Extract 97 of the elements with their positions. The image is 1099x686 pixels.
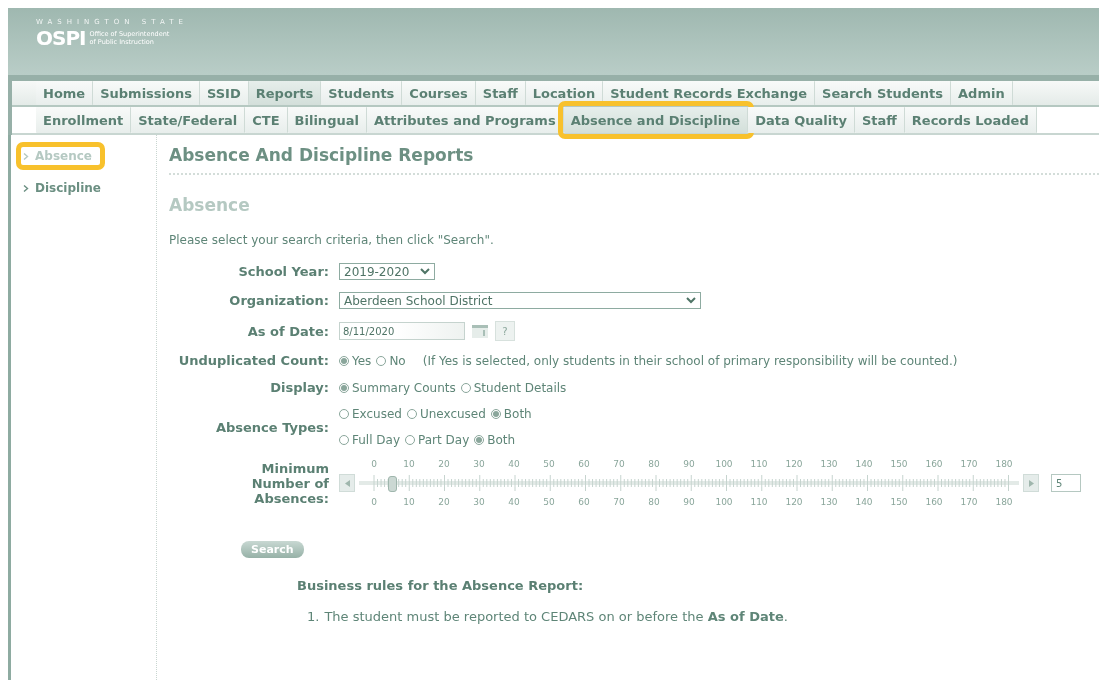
- field-label: As of Date:: [247, 323, 329, 339]
- tick-label: 40: [507, 459, 521, 469]
- tick-label: 60: [577, 459, 591, 469]
- subnav-tab[interactable]: Data Quality: [748, 107, 855, 133]
- nav-tab[interactable]: Home: [36, 81, 94, 105]
- decrease-button[interactable]: [339, 474, 355, 492]
- nav-tab[interactable]: Submissions: [93, 81, 200, 105]
- radio-label: Student Details: [473, 380, 567, 395]
- field-label: School Year:: [238, 264, 329, 279]
- tick-label: 30: [472, 459, 486, 469]
- tick-label: 90: [682, 497, 696, 507]
- nav-tab[interactable]: SSID: [199, 81, 249, 105]
- caret-icon: [686, 297, 696, 304]
- tick-label: 150: [890, 497, 908, 507]
- logo-text: OSPI: [36, 26, 86, 50]
- note-text: (If Yes is selected, only students in their school of primary responsibility will be counted.): [422, 353, 958, 368]
- list-number: 1.: [307, 609, 320, 624]
- radio-label: Yes: [352, 353, 372, 368]
- tick-label: 160: [925, 459, 943, 469]
- radio-label: Unexcused: [419, 407, 486, 421]
- increase-button[interactable]: [1023, 474, 1039, 492]
- radio-label: Both: [503, 407, 532, 421]
- tick-label: 110: [750, 459, 768, 469]
- radio-label: Full Day: [352, 433, 401, 447]
- tick-label: 180: [995, 459, 1013, 469]
- help-button[interactable]: ?: [495, 321, 515, 341]
- tick-label: 140: [855, 497, 873, 507]
- tick-label: 170: [960, 459, 978, 469]
- nav-tab[interactable]: Admin: [951, 81, 1013, 105]
- dropdown[interactable]: Aberdeen School District: [339, 292, 701, 309]
- tick-label: 120: [785, 497, 803, 507]
- tick-label: 20: [437, 497, 451, 507]
- tick-label: 0: [370, 497, 378, 507]
- tick-label: 70: [612, 459, 626, 469]
- date-field[interactable]: 8/11/2020: [339, 322, 465, 340]
- subnav-tab[interactable]: Records Loaded: [904, 107, 1037, 133]
- radio-label: Both: [487, 433, 516, 447]
- slider-thumb[interactable]: [387, 476, 397, 492]
- rules-heading: Business rules for the Absence Report:: [297, 578, 585, 593]
- calendar-icon[interactable]: [471, 323, 489, 339]
- tick-label: 40: [507, 497, 521, 507]
- nav-tab[interactable]: Students: [321, 81, 403, 105]
- radio-label: Excused: [352, 407, 402, 421]
- field-label: Organization:: [229, 293, 329, 308]
- tick-label: 110: [750, 497, 768, 507]
- tick-label: 160: [925, 497, 943, 507]
- subnav-tab[interactable]: CTE: [245, 107, 288, 133]
- tick-label: 170: [960, 497, 978, 507]
- rule-text: The student must be reported to CEDARS on or before the As of Date.: [324, 609, 788, 624]
- field-label: Minimum Number of Absences:: [250, 460, 329, 506]
- tick-label: 10: [402, 459, 416, 469]
- field-label: Unduplicated Count:: [178, 353, 329, 368]
- section-title: Absence: [169, 195, 251, 215]
- subnav-tab[interactable]: Enrollment: [36, 107, 132, 133]
- tick-label: 70: [612, 497, 626, 507]
- tick-label: 90: [682, 459, 696, 469]
- value-field[interactable]: 5: [1051, 474, 1081, 492]
- tick-label: 180: [995, 497, 1013, 507]
- subnav-tab[interactable]: State/Federal: [131, 107, 246, 133]
- tick-label: 20: [437, 459, 451, 469]
- tick-label: 100: [715, 497, 733, 507]
- nav-tab[interactable]: Staff: [475, 81, 526, 105]
- tick-label: 130: [820, 497, 838, 507]
- tick-label: 120: [785, 459, 803, 469]
- radio-label: No: [389, 353, 406, 368]
- tick-label: 10: [402, 497, 416, 507]
- page-title: Absence And Discipline Reports: [169, 145, 1099, 175]
- subnav-tab[interactable]: Staff: [854, 107, 905, 133]
- chevron-icon: [23, 184, 29, 192]
- tick-label: 50: [542, 497, 556, 507]
- slider-track[interactable]: [359, 475, 1019, 491]
- chevron-icon: [23, 152, 29, 160]
- instructions-text: Please select your search criteria, then click "Search".: [169, 233, 495, 247]
- sidebar-link[interactable]: Discipline: [21, 179, 109, 197]
- field-label: Display:: [270, 380, 329, 395]
- nav-tab[interactable]: Reports: [248, 81, 322, 105]
- tick-label: 100: [715, 459, 733, 469]
- caret-icon: [420, 268, 430, 275]
- subnav-tab[interactable]: Bilingual: [287, 107, 367, 133]
- tick-label: 140: [855, 459, 873, 469]
- tick-label: 150: [890, 459, 908, 469]
- radio-label: Part Day: [418, 433, 470, 447]
- tick-label: 80: [647, 497, 661, 507]
- right-arrow-icon: [1028, 479, 1034, 487]
- nav-tab[interactable]: Courses: [402, 81, 476, 105]
- dropdown[interactable]: 2019-2020: [339, 263, 435, 280]
- tick-label: 50: [542, 459, 556, 469]
- tick-label: 30: [472, 497, 486, 507]
- left-arrow-icon: [344, 479, 350, 487]
- tick-label: 80: [647, 459, 661, 469]
- field-label: Absence Types:: [215, 419, 329, 435]
- radio-label: Summary Counts: [352, 380, 456, 395]
- tick-label: 130: [820, 459, 838, 469]
- tick-label: 60: [577, 497, 591, 507]
- nav-tab[interactable]: Search Students: [815, 81, 952, 105]
- tick-label: 0: [370, 459, 378, 469]
- subnav-tab[interactable]: Attributes and Programs: [366, 107, 564, 133]
